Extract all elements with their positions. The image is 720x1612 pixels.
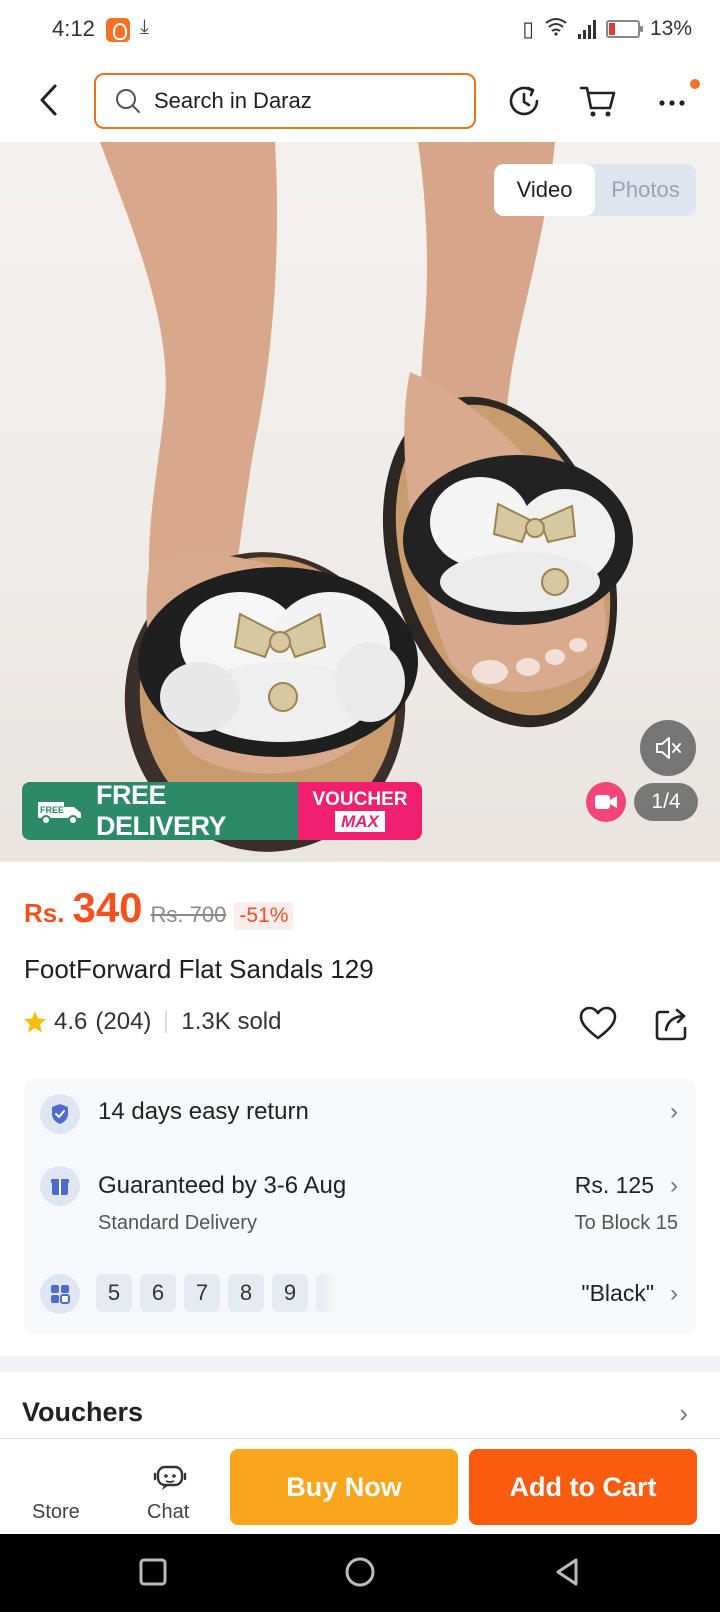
nav-back-button[interactable] — [548, 1552, 588, 1592]
shield-check-icon — [40, 1094, 80, 1134]
selected-color: "Black" — [581, 1280, 654, 1306]
voucher-max-label: MAX — [335, 811, 385, 832]
delivery-guarantee: Guaranteed by 3-6 Aug — [98, 1172, 347, 1199]
cart-icon — [579, 86, 616, 117]
top-bar: Search in Daraz — [0, 60, 720, 142]
chevron-right-icon: › — [670, 1098, 678, 1125]
daraz-notification-icon — [106, 18, 130, 42]
section-divider — [0, 1356, 720, 1372]
system-navigation-bar — [0, 1534, 720, 1612]
rating-value: 4.6 — [54, 1008, 88, 1035]
original-price: Rs. 700 — [150, 902, 227, 927]
chat-label: Chat — [147, 1501, 190, 1523]
size-chip[interactable]: 9 — [272, 1274, 308, 1312]
price-currency: Rs. — [24, 898, 65, 928]
download-icon: ⤓ — [140, 16, 149, 38]
sold-count: 1.3K sold — [181, 1008, 282, 1035]
signal-icon — [577, 19, 596, 39]
chevron-right-icon: › — [670, 1172, 678, 1199]
battery-percent: 13% — [649, 17, 692, 40]
search-icon — [114, 87, 142, 115]
share-button[interactable] — [652, 1004, 692, 1044]
package-icon — [40, 1166, 80, 1206]
wifi-icon — [544, 16, 568, 42]
returns-row[interactable]: 14 days easy return › — [24, 1078, 696, 1148]
product-image — [100, 142, 633, 852]
rating-row[interactable]: 4.6 (204) 1.3K sold — [22, 1008, 281, 1036]
size-chip[interactable]: 8 — [228, 1274, 264, 1312]
notification-dot — [690, 79, 700, 89]
vouchers-section-title[interactable]: Vouchers — [22, 1397, 143, 1428]
promo-banner: FREE FREE DELIVERY VOUCHER MAX — [22, 782, 422, 840]
image-counter: 1/4 — [634, 783, 698, 821]
delivery-row[interactable]: Guaranteed by 3-6 Aug Standard Delivery … — [24, 1148, 696, 1260]
free-delivery-badge: FREE FREE DELIVERY — [22, 782, 298, 840]
chevron-right-icon: › — [670, 1280, 678, 1307]
free-delivery-label: FREE DELIVERY — [96, 782, 227, 840]
size-options: 5 6 7 8 9 — [96, 1274, 338, 1312]
variants-grid-icon — [40, 1274, 80, 1314]
delivery-fee: Rs. 125 — [574, 1172, 654, 1198]
size-chip[interactable]: 7 — [184, 1274, 220, 1312]
video-indicator[interactable] — [586, 782, 626, 822]
discount-badge: -51% — [234, 902, 294, 930]
voucher-label: VOUCHER — [312, 789, 408, 810]
status-bar: 4:12 ⤓ ▯ 13% — [0, 0, 720, 60]
variant-row[interactable]: 5 6 7 8 9 "Black" › — [24, 1260, 696, 1334]
triangle-back-icon — [556, 1558, 578, 1586]
divider — [165, 1011, 168, 1033]
buy-now-button[interactable]: Buy Now — [230, 1449, 458, 1525]
square-icon — [139, 1558, 167, 1586]
price-row: Rs. 340 Rs. 700 -51% — [24, 884, 294, 932]
search-placeholder: Search in Daraz — [154, 88, 312, 113]
service-info-card: 14 days easy return › Guaranteed by 3-6 … — [24, 1078, 696, 1334]
price-value: 340 — [72, 884, 143, 931]
star-icon — [22, 1009, 48, 1035]
free-tag: FREE — [40, 805, 64, 815]
search-input[interactable]: Search in Daraz — [94, 73, 476, 129]
more-dots-icon — [659, 100, 685, 106]
returns-text: 14 days easy return — [98, 1098, 309, 1125]
speaker-muted-icon — [656, 737, 681, 759]
video-camera-icon — [595, 795, 617, 809]
chat-bot-icon — [152, 1461, 188, 1493]
add-to-cart-button[interactable]: Add to Cart — [469, 1449, 697, 1525]
circle-icon — [345, 1557, 375, 1587]
cart-button[interactable] — [578, 81, 618, 121]
tab-photos[interactable]: Photos — [595, 164, 696, 216]
status-indicators: ▯ 13% — [522, 16, 692, 42]
home-button[interactable] — [340, 1552, 380, 1592]
media-type-toggle: Video Photos — [494, 164, 696, 216]
rating-count: (204) — [95, 1008, 152, 1035]
wishlist-button[interactable] — [578, 1004, 618, 1044]
tab-video[interactable]: Video — [494, 164, 595, 216]
refresh-clock-icon — [509, 86, 539, 116]
bottom-action-bar: Store Chat Buy Now Add to Cart — [0, 1438, 720, 1534]
delivery-truck-icon: FREE — [34, 796, 88, 826]
product-title: FootForward Flat Sandals 129 — [24, 954, 374, 984]
back-arrow-icon — [40, 84, 57, 116]
chevron-right-icon[interactable]: › — [679, 1398, 688, 1429]
size-chip[interactable]: 6 — [140, 1274, 176, 1312]
delivery-type: Standard Delivery — [98, 1212, 257, 1234]
store-label: Store — [32, 1501, 80, 1523]
share-icon — [655, 1008, 687, 1041]
mute-button[interactable] — [640, 720, 696, 776]
chat-button[interactable]: Chat — [138, 1439, 206, 1535]
product-media-gallery[interactable]: Video Photos FREE FREE DELIVERY VOUCHER … — [0, 142, 720, 862]
battery-icon — [605, 20, 643, 38]
vibrate-icon: ▯ — [522, 17, 534, 41]
delivery-location: To Block 15 — [574, 1212, 678, 1234]
status-time: 4:12 — [52, 16, 95, 41]
heart-icon — [579, 1006, 617, 1040]
voucher-max-badge: VOUCHER MAX — [298, 782, 422, 840]
size-chip[interactable]: 5 — [96, 1274, 132, 1312]
recents-button[interactable] — [133, 1552, 173, 1592]
back-button[interactable] — [30, 80, 70, 120]
more-button[interactable] — [652, 79, 700, 121]
size-chip-overflow — [316, 1274, 338, 1312]
history-button[interactable] — [504, 81, 544, 121]
store-button[interactable]: Store — [22, 1439, 90, 1535]
